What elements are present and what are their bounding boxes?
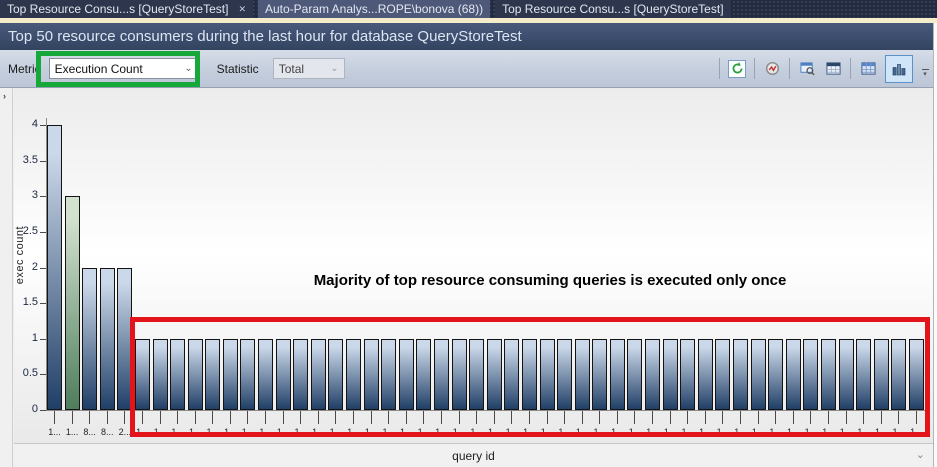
y-tick-label: 3: [0, 189, 38, 201]
y-tick: [40, 410, 46, 411]
y-tick: [40, 339, 46, 340]
y-tick-label: 1: [0, 332, 38, 344]
chevron-down-icon: ⌄: [330, 64, 338, 74]
grid-button[interactable]: [859, 60, 877, 78]
statistic-value: Total: [279, 62, 304, 76]
toolbar-separator: [754, 58, 755, 79]
gauge-button[interactable]: [763, 60, 781, 78]
page-title: Top 50 resource consumers during the las…: [8, 28, 522, 45]
y-tick-label: 0: [0, 403, 38, 415]
statistic-label: Statistic: [217, 62, 259, 76]
x-tick-label: 1...: [46, 427, 64, 437]
x-tick-label: 1...: [63, 427, 81, 437]
toolbar-overflow-icon: [922, 69, 929, 70]
toolbar-separator: [789, 58, 790, 79]
x-tick-label: 8...: [98, 427, 116, 437]
toolbar-separator: [719, 58, 720, 79]
y-tick-label: 2.5: [0, 225, 38, 237]
red-annotation-box: [130, 317, 930, 437]
grid-details-button[interactable]: [824, 60, 842, 78]
tab-label: Top Resource Consu...s [QueryStoreTest]: [7, 2, 228, 16]
statistic-dropdown[interactable]: Total ⌄: [273, 58, 345, 79]
chart-panel: › exec count Majority of top resource co…: [0, 88, 937, 467]
bar-chart: exec count Majority of top resource cons…: [0, 88, 937, 467]
y-tick: [40, 125, 46, 126]
y-tick-label: 2: [0, 261, 38, 273]
y-tick: [40, 303, 46, 304]
bar[interactable]: [82, 268, 97, 411]
grid-icon: [861, 61, 876, 76]
x-axis-title: query id: [452, 449, 495, 463]
tab-label: Auto-Param Analys...ROPE\bonova (68)): [265, 2, 483, 16]
chevron-down-icon[interactable]: ⌄: [916, 448, 925, 461]
callout-text: Majority of top resource consuming queri…: [240, 272, 860, 289]
x-tick: [72, 411, 73, 424]
query-store-window: Top Resource Consu...s [QueryStoreTest] ✕…: [0, 0, 937, 467]
grid-details-icon: [826, 61, 841, 76]
bar[interactable]: [100, 268, 115, 411]
refresh-icon: [731, 62, 744, 75]
y-tick-label: 3.5: [0, 154, 38, 166]
toolbar-overflow-button[interactable]: ▾: [919, 69, 931, 78]
report-title-bar: Top 50 resource consumers during the las…: [0, 23, 937, 50]
panel-edge: [933, 23, 937, 467]
tab-2[interactable]: Auto-Param Analys...ROPE\bonova (68)): [258, 0, 490, 18]
tab-label: Top Resource Consu...s [QueryStoreTest]: [502, 2, 723, 16]
view-query-icon: [800, 61, 815, 76]
gauge-icon: [765, 61, 780, 76]
refresh-button[interactable]: [728, 60, 746, 78]
tab-3[interactable]: Top Resource Consu...s [QueryStoreTest]: [495, 0, 730, 18]
toolbar-separator: [850, 58, 851, 79]
y-tick-label: 4: [0, 118, 38, 130]
x-tick-label: 8...: [81, 427, 99, 437]
chart-button[interactable]: [885, 55, 913, 83]
view-query-button[interactable]: [798, 60, 816, 78]
chevron-down-icon: ▾: [923, 71, 927, 78]
x-tick: [89, 411, 90, 424]
y-tick: [40, 196, 46, 197]
y-tick: [40, 374, 46, 375]
bar[interactable]: [47, 125, 62, 410]
bar-highlighted[interactable]: [65, 196, 80, 410]
y-tick: [40, 268, 46, 269]
close-icon[interactable]: ✕: [238, 5, 246, 14]
y-tick-label: 1.5: [0, 296, 38, 308]
x-tick: [54, 411, 55, 424]
tab-1[interactable]: Top Resource Consu...s [QueryStoreTest] ✕: [0, 0, 253, 18]
toolbar-buttons: [719, 55, 913, 83]
document-tab-bar: Top Resource Consu...s [QueryStoreTest] ✕…: [0, 0, 937, 18]
y-tick: [40, 161, 46, 162]
x-tick: [107, 411, 108, 424]
y-tick-label: 0.5: [0, 367, 38, 379]
chart-icon: [891, 61, 907, 77]
x-axis-band: query id ⌄: [14, 443, 933, 467]
y-tick: [40, 232, 46, 233]
green-annotation-box: [36, 51, 200, 87]
x-tick: [124, 411, 125, 424]
